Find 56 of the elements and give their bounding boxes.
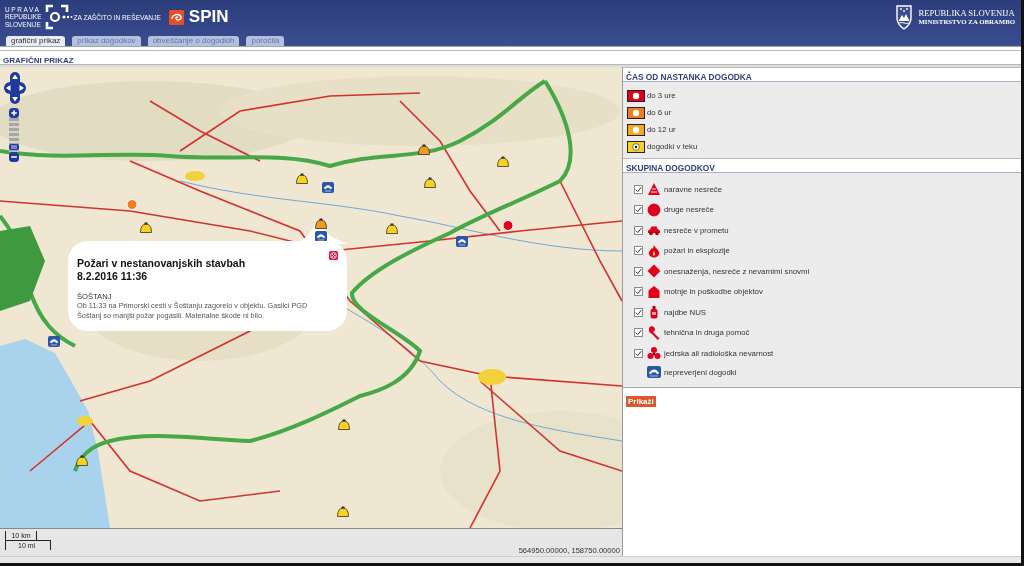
zoom-slider[interactable] (9, 118, 19, 152)
zoom-out-icon[interactable] (9, 152, 19, 162)
close-icon[interactable] (329, 251, 338, 260)
telephone-marker-icon[interactable] (456, 236, 468, 247)
zoom-in-icon[interactable] (9, 108, 19, 118)
checkbox[interactable] (634, 307, 643, 317)
telephone-marker-icon[interactable] (48, 336, 60, 347)
town-area (185, 171, 205, 181)
dome-marker-icon[interactable] (338, 419, 350, 430)
tab[interactable]: poročila (246, 36, 285, 46)
checkbox[interactable] (634, 246, 643, 256)
dome-marker-icon[interactable] (497, 156, 509, 167)
dot-marker-icon[interactable] (502, 220, 514, 231)
show-button[interactable]: Prikaži (626, 396, 656, 407)
event-title: Požari v nestanovanjskih stavbah (77, 257, 247, 270)
event-datetime: 8.2.2016 11:36 (77, 270, 149, 283)
tab[interactable]: prikaz dogodkov (72, 36, 141, 46)
dome-marker-icon[interactable] (424, 177, 436, 188)
pan-arrows-icon[interactable] (4, 72, 26, 104)
country-name: REPUBLIKA SLOVENIJA (918, 8, 1015, 18)
checkbox[interactable] (634, 205, 643, 215)
checkbox[interactable] (634, 225, 643, 235)
swirl-logo-icon (168, 9, 184, 25)
house-icon (647, 284, 661, 299)
diamond-icon (647, 264, 661, 279)
checkbox[interactable] (634, 348, 643, 358)
agency-logo-icon (44, 4, 73, 30)
flame-icon (647, 243, 661, 258)
triangle-icon (647, 182, 661, 197)
zoom-slider-thumb[interactable] (9, 143, 19, 150)
dome-marker-icon[interactable] (315, 218, 327, 229)
checkbox[interactable] (634, 266, 643, 276)
dome-marker-icon[interactable] (76, 455, 88, 466)
radiation-icon (647, 346, 661, 361)
dome-marker-icon[interactable] (296, 173, 308, 184)
dome-marker-icon[interactable] (337, 506, 349, 517)
checkbox[interactable] (634, 328, 643, 338)
tab[interactable]: grafični prikaz (6, 36, 66, 46)
app-name: SPIN (188, 7, 229, 27)
dome-marker-icon[interactable] (386, 223, 398, 234)
telephone-icon (647, 365, 661, 379)
checkbox[interactable] (634, 287, 643, 297)
section-title: GRAFIČNI PRIKAZ (2, 56, 74, 65)
telephone-marker-icon[interactable] (322, 182, 334, 193)
dome-marker-icon[interactable] (418, 144, 430, 155)
telephone-marker-icon[interactable] (315, 231, 327, 242)
town-area (478, 369, 506, 385)
dome-marker-icon[interactable] (140, 222, 152, 233)
legend-heading: ČAS OD NASTANKA DOGODKA (626, 72, 752, 82)
checkbox[interactable] (634, 184, 643, 194)
town-area (77, 416, 93, 426)
shield-icon (895, 4, 914, 30)
wrench-icon (647, 325, 661, 340)
circle-icon (647, 202, 661, 217)
legend-heading: SKUPINA DOGODKOV (626, 163, 715, 173)
dot-marker-icon[interactable] (126, 199, 138, 210)
